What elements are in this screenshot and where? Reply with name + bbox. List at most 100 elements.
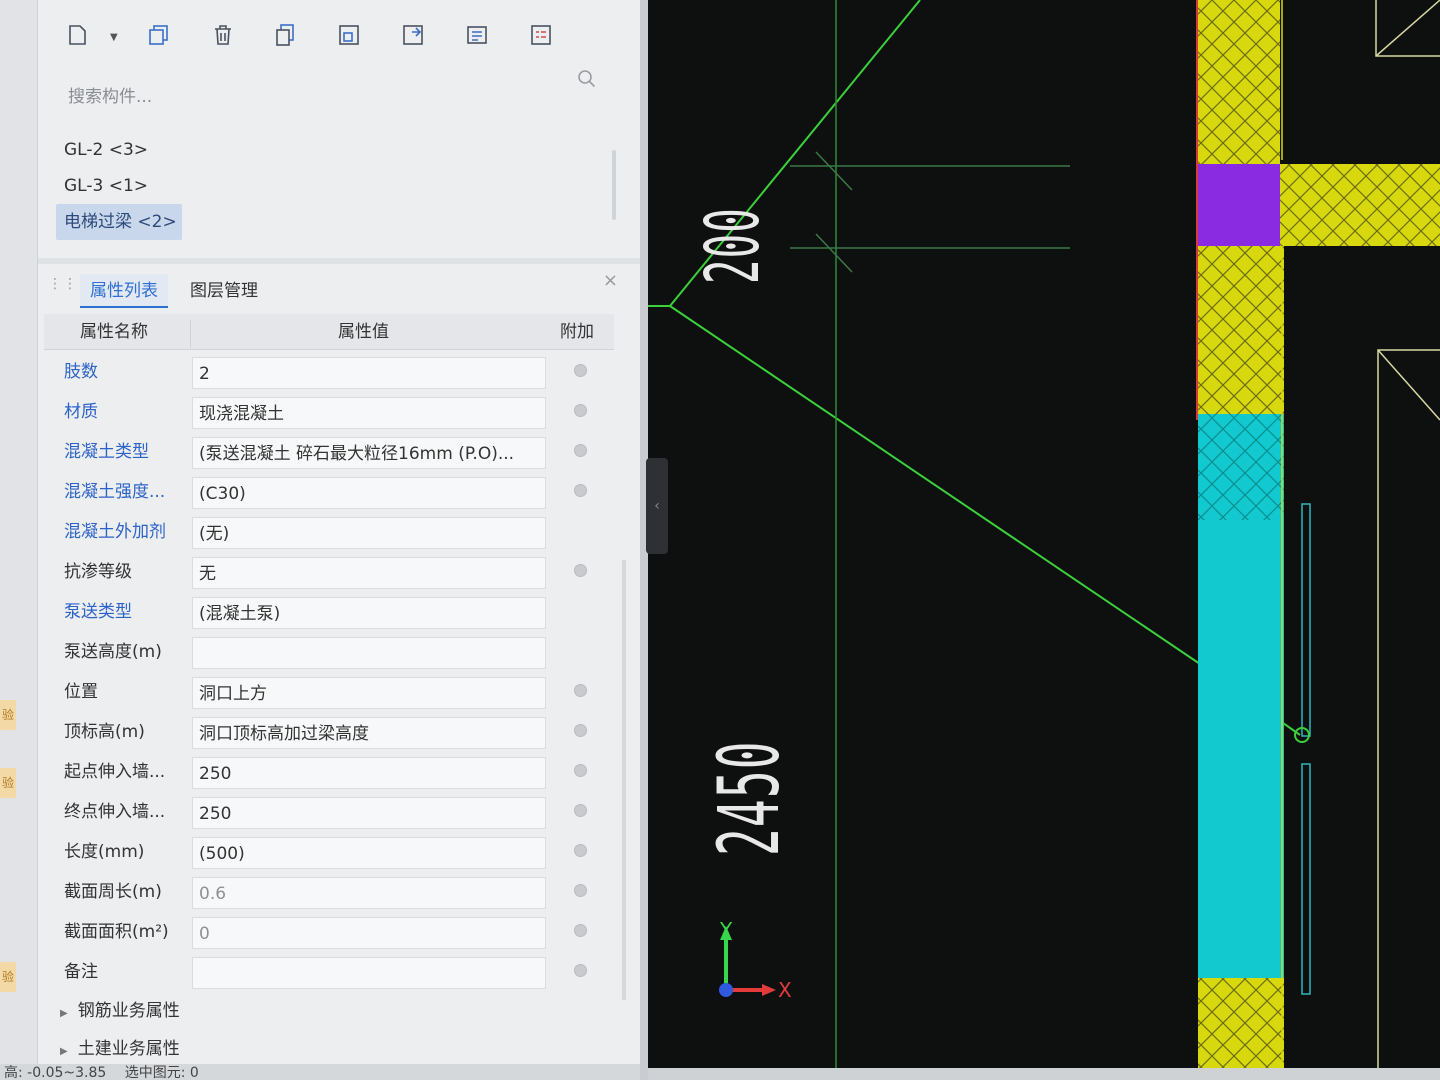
table-scrollbar[interactable] [622,560,626,1000]
table-row: 肢数 2 [44,352,624,392]
cad-dimension-tick [815,151,853,191]
cad-wall-yellow-bottom [1198,978,1284,1070]
table-row: 位置 洞口上方 [44,672,624,712]
cad-frame [1377,349,1440,1070]
extra-checkbox[interactable] [574,764,587,777]
cad-opening [1301,763,1311,995]
new-doc-icon[interactable] [64,22,90,48]
group-rebar-properties[interactable]: ▶ 钢筋业务属性 [44,992,624,1030]
property-value-input[interactable]: 250 [192,757,546,789]
list-scrollbar[interactable] [612,150,616,220]
chevron-right-icon: ▶ [60,1008,68,1019]
property-value-input[interactable]: 250 [192,797,546,829]
property-value-input[interactable]: (500) [192,837,546,869]
delete-icon[interactable] [210,22,236,48]
floor-copy-icon[interactable] [336,22,362,48]
cad-column-yellow [1198,0,1280,164]
group-label: 土建业务属性 [77,1039,180,1059]
extra-checkbox[interactable] [574,924,587,937]
side-check-button-1[interactable]: 验 [0,700,16,730]
report-icon[interactable] [528,22,554,48]
extra-checkbox[interactable] [574,404,587,417]
copy-icon[interactable] [146,22,172,48]
property-name: 泵送高度(m) [64,642,162,662]
property-value-input[interactable]: (C30) [192,477,546,509]
list-item-gl-2[interactable]: GL-2 <3> [56,132,186,168]
property-value-input[interactable]: 现浇混凝土 [192,397,546,429]
property-name: 混凝土强度... [64,482,166,502]
tab-layer-management[interactable]: 图层管理 [180,274,268,308]
property-value-input[interactable] [192,957,546,989]
table-row: 泵送类型 (混凝土泵) [44,592,624,632]
property-name: 材质 [64,402,98,422]
property-name: 泵送类型 [64,602,132,622]
component-list: GL-2 <3> GL-3 <1> 电梯过梁 <2> [56,132,616,240]
property-value-input[interactable]: 洞口上方 [192,677,546,709]
cad-opening [1301,503,1311,737]
list-item-gl-3[interactable]: GL-3 <1> [56,168,186,204]
table-row: 截面面积(m²) 0 [44,912,624,952]
chevron-down-icon[interactable]: ▼ [110,32,118,43]
axis-y-label: Y [720,918,733,942]
cad-beam-yellow [1280,164,1440,246]
side-check-button-3[interactable]: 验 [0,962,16,992]
extra-checkbox[interactable] [574,684,587,697]
property-value-readonly: 0 [192,917,546,949]
close-icon[interactable]: × [603,270,618,291]
group-civil-properties[interactable]: ▶ 土建业务属性 [44,1030,624,1068]
collapse-panel-button[interactable]: ‹ [646,458,668,554]
cad-wall-yellow [1198,246,1284,414]
export-icon[interactable] [400,22,426,48]
property-name: 混凝土类型 [64,442,149,462]
search-icon[interactable] [576,68,598,90]
extra-checkbox[interactable] [574,844,587,857]
property-name: 起点伸入墙... [64,762,166,782]
table-row: 截面周长(m) 0.6 [44,872,624,912]
property-value-input[interactable]: 2 [192,357,546,389]
list-item-elevator-lintel[interactable]: 电梯过梁 <2> [56,204,182,240]
component-toolbar: ▼ [60,10,580,60]
property-value-readonly: 0.6 [192,877,546,909]
extra-checkbox[interactable] [574,444,587,457]
extra-checkbox[interactable] [574,724,587,737]
side-check-button-2[interactable]: 验 [0,768,16,798]
list-icon[interactable] [464,22,490,48]
extra-checkbox[interactable] [574,804,587,817]
property-value-input[interactable]: (无) [192,517,546,549]
extra-checkbox[interactable] [574,484,587,497]
tab-property-list[interactable]: 属性列表 [80,274,168,308]
extra-checkbox[interactable] [574,884,587,897]
search-input[interactable] [60,82,570,112]
table-row: 抗渗等级 无 [44,552,624,592]
table-row: 材质 现浇混凝土 [44,392,624,432]
header-separator [190,320,191,348]
dimension-2450: 2450 [700,740,798,856]
property-value-input[interactable]: 无 [192,557,546,589]
cad-frame [1375,0,1440,57]
property-value-input[interactable]: (泵送混凝土 碎石最大粒径16mm (P.O)... [192,437,546,469]
header-property-name: 属性名称 [80,322,148,342]
layer-copy-icon[interactable] [272,22,298,48]
group-label: 钢筋业务属性 [77,1001,180,1021]
table-row: 长度(mm) (500) [44,832,624,872]
drag-handle-icon[interactable]: ⋮⋮ [48,277,77,304]
axis-origin [719,983,733,997]
property-name: 顶标高(m) [64,722,145,742]
extra-checkbox[interactable] [574,364,587,377]
header-extra: 附加 [560,322,594,342]
table-row: 备注 [44,952,624,992]
extra-checkbox[interactable] [574,964,587,977]
table-row: 混凝土外加剂 (无) [44,512,624,552]
cad-wall-cyan [1198,520,1284,978]
property-value-input[interactable]: 洞口顶标高加过梁高度 [192,717,546,749]
property-value-input[interactable] [192,637,546,669]
panel-divider[interactable] [38,258,640,264]
drawing-canvas[interactable]: 200 2450 Y X [640,0,1440,1080]
property-value-input[interactable]: (混凝土泵) [192,597,546,629]
property-name: 截面面积(m²) [64,922,169,942]
table-row: 混凝土强度... (C30) [44,472,624,512]
status-bar: 高: -0.05~3.85 选中图元: 0 [0,1064,640,1080]
status-selected-count: 选中图元: 0 [124,1065,199,1080]
extra-checkbox[interactable] [574,564,587,577]
table-row: 终点伸入墙... 250 [44,792,624,832]
